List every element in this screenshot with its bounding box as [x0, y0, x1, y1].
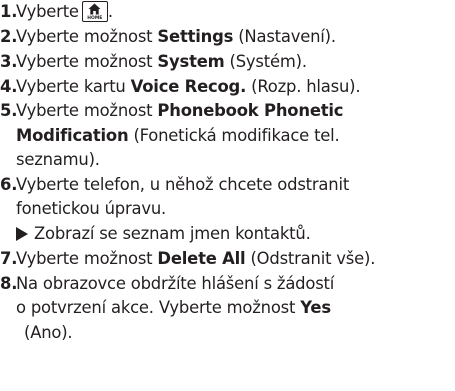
- option-phonebook-phonetic: Phonebook Phonetic: [157, 101, 344, 120]
- step-number: 5.: [0, 101, 18, 120]
- home-button-icon: HOME: [81, 1, 108, 22]
- step-number: 2.: [0, 27, 18, 46]
- step-number: 1.: [0, 2, 18, 21]
- result-arrow-icon: [16, 227, 28, 241]
- step-number: 4.: [0, 77, 18, 96]
- house-icon: [88, 3, 101, 15]
- instruction-list: 1. Vyberte HOME. 2. Vyberte možnost Setti…: [0, 1, 376, 342]
- option-modification: Modification: [16, 126, 129, 145]
- step-text: Vyberte: [16, 2, 79, 21]
- option-system: System: [157, 52, 225, 71]
- option-yes: Yes: [300, 298, 331, 317]
- step-number: 7.: [0, 249, 18, 268]
- option-settings: Settings: [157, 27, 234, 46]
- home-button-label: HOME: [87, 16, 103, 21]
- step-number: 8.: [0, 274, 18, 293]
- step-number: 3.: [0, 52, 18, 71]
- step-number: 6.: [0, 175, 18, 194]
- option-delete-all: Delete All: [157, 249, 246, 268]
- tab-voice-recog: Voice Recog.: [130, 77, 247, 96]
